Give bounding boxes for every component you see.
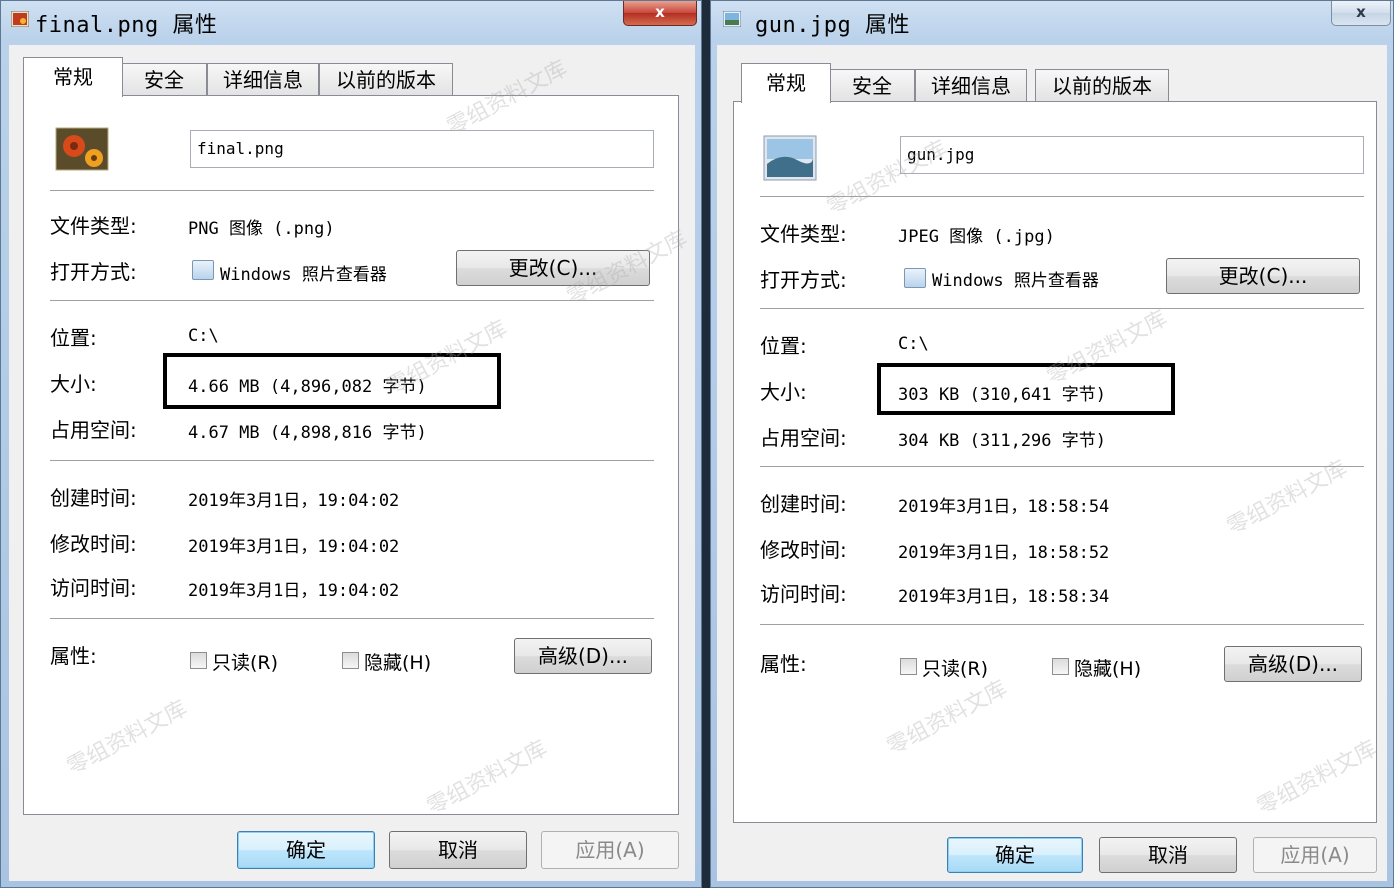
accessed-value: 2019年3月1日，19:04:02 xyxy=(188,581,400,601)
open-with-value: Windows 照片查看器 xyxy=(932,271,1099,291)
picture-file-icon xyxy=(11,11,29,27)
tab-security[interactable]: 安全 xyxy=(121,63,207,95)
location-value: C:\ xyxy=(898,334,929,354)
file-type-label: 文件类型: xyxy=(760,222,847,246)
window-title: gun.jpg 属性 xyxy=(755,13,910,38)
image-thumbnail-icon xyxy=(763,135,817,181)
tab-general[interactable]: 常规 xyxy=(23,57,123,97)
tab-previous-versions[interactable]: 以前的版本 xyxy=(319,63,453,95)
modified-label: 修改时间: xyxy=(760,538,847,562)
modified-value: 2019年3月1日，18:58:52 xyxy=(898,543,1110,563)
ok-button[interactable]: 确定 xyxy=(237,831,375,869)
modified-value: 2019年3月1日，19:04:02 xyxy=(188,537,400,557)
size-highlight-box xyxy=(163,353,501,409)
open-with-label: 打开方式: xyxy=(760,268,847,292)
created-label: 创建时间: xyxy=(50,486,137,510)
apply-button[interactable]: 应用(A) xyxy=(541,831,679,869)
created-value: 2019年3月1日，19:04:02 xyxy=(188,491,400,511)
file-type-label: 文件类型: xyxy=(50,214,137,238)
hidden-checkbox[interactable] xyxy=(1052,658,1069,675)
photo-viewer-icon xyxy=(192,260,214,280)
general-panel: final.png 文件类型: PNG 图像 (.png) 打开方式: Wind… xyxy=(23,95,679,815)
ok-button[interactable]: 确定 xyxy=(947,837,1083,873)
size-on-disk-value: 304 KB (311,296 字节) xyxy=(898,431,1106,451)
readonly-label[interactable]: 只读(R) xyxy=(922,654,988,681)
properties-window-gun: gun.jpg 属性 x 常规 安全 详细信息 以前的版本 gun.jpg 文件… xyxy=(710,0,1394,888)
tab-previous-versions[interactable]: 以前的版本 xyxy=(1035,69,1169,101)
size-label: 大小: xyxy=(760,380,807,404)
tab-details[interactable]: 详细信息 xyxy=(207,63,319,95)
hidden-label[interactable]: 隐藏(H) xyxy=(1074,654,1141,681)
close-button[interactable]: x xyxy=(1331,1,1391,26)
tab-general[interactable]: 常规 xyxy=(741,63,831,103)
attributes-label: 属性: xyxy=(760,652,807,676)
title-bar[interactable]: final.png 属性 x xyxy=(1,1,701,43)
file-name-field[interactable]: gun.jpg xyxy=(900,136,1364,174)
location-value: C:\ xyxy=(188,326,219,346)
created-value: 2019年3月1日，18:58:54 xyxy=(898,497,1110,517)
divider xyxy=(760,196,1364,198)
divider xyxy=(50,190,654,192)
readonly-checkbox[interactable] xyxy=(190,652,207,669)
location-label: 位置: xyxy=(50,326,97,350)
window-title: final.png 属性 xyxy=(35,13,218,38)
readonly-label[interactable]: 只读(R) xyxy=(212,648,278,675)
divider xyxy=(50,460,654,462)
change-button[interactable]: 更改(C)... xyxy=(1166,258,1360,294)
tab-details[interactable]: 详细信息 xyxy=(915,69,1027,101)
created-label: 创建时间: xyxy=(760,492,847,516)
photo-viewer-icon xyxy=(904,268,926,288)
general-panel: gun.jpg 文件类型: JPEG 图像 (.jpg) 打开方式: Windo… xyxy=(733,101,1377,823)
cancel-button[interactable]: 取消 xyxy=(389,831,527,869)
open-with-value: Windows 照片查看器 xyxy=(220,265,387,285)
size-highlight-box xyxy=(877,363,1175,415)
hidden-checkbox[interactable] xyxy=(342,652,359,669)
divider xyxy=(50,300,654,302)
size-label: 大小: xyxy=(50,372,97,396)
readonly-checkbox[interactable] xyxy=(900,658,917,675)
properties-window-final: final.png 属性 x 常规 安全 详细信息 以前的版本 final.pn… xyxy=(0,0,702,888)
location-label: 位置: xyxy=(760,334,807,358)
tab-security[interactable]: 安全 xyxy=(829,69,915,101)
cancel-button[interactable]: 取消 xyxy=(1099,837,1237,873)
dialog-client: 常规 安全 详细信息 以前的版本 gun.jpg 文件类型: JPEG 图像 (… xyxy=(717,45,1387,881)
picture-file-icon xyxy=(723,11,741,27)
size-on-disk-label: 占用空间: xyxy=(760,426,847,450)
attributes-label: 属性: xyxy=(50,644,97,668)
divider xyxy=(760,624,1364,626)
hidden-label[interactable]: 隐藏(H) xyxy=(364,648,431,675)
accessed-label: 访问时间: xyxy=(50,576,137,600)
size-on-disk-value: 4.67 MB (4,898,816 字节) xyxy=(188,423,427,443)
modified-label: 修改时间: xyxy=(50,532,137,556)
open-with-label: 打开方式: xyxy=(50,260,137,284)
change-button[interactable]: 更改(C)... xyxy=(456,250,650,286)
title-bar[interactable]: gun.jpg 属性 x xyxy=(711,1,1393,43)
file-type-value: PNG 图像 (.png) xyxy=(188,219,335,239)
size-on-disk-label: 占用空间: xyxy=(50,418,137,442)
advanced-button[interactable]: 高级(D)... xyxy=(514,638,652,674)
accessed-value: 2019年3月1日，18:58:34 xyxy=(898,587,1110,607)
file-name-field[interactable]: final.png xyxy=(190,130,654,168)
dialog-client: 常规 安全 详细信息 以前的版本 final.png 文件类型: PNG 图像 … xyxy=(9,45,695,881)
accessed-label: 访问时间: xyxy=(760,582,847,606)
apply-button[interactable]: 应用(A) xyxy=(1253,837,1377,873)
image-thumbnail-icon xyxy=(55,127,109,171)
divider xyxy=(760,466,1364,468)
advanced-button[interactable]: 高级(D)... xyxy=(1224,646,1362,682)
file-type-value: JPEG 图像 (.jpg) xyxy=(898,227,1055,247)
close-button[interactable]: x xyxy=(623,1,697,26)
divider xyxy=(760,308,1364,310)
divider xyxy=(50,618,654,620)
